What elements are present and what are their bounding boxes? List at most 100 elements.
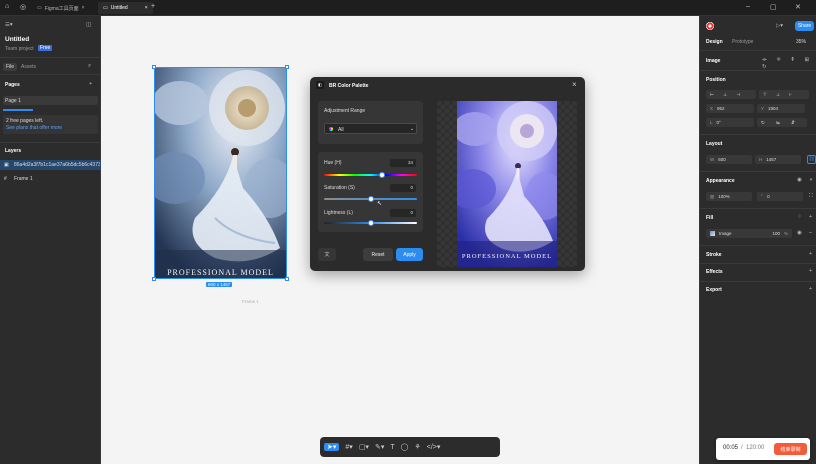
frame-label[interactable]: Frame 1 <box>242 299 259 304</box>
title-bar: ⌂ ◎ ▭ Figma工具页面 × ▭ Untitled × + – ▢ ✕ <box>0 0 816 16</box>
pages-title: Pages <box>5 82 20 88</box>
range-select[interactable]: All ⌄ <box>324 123 417 134</box>
add-fill-icon[interactable]: + <box>809 214 812 220</box>
file-icon: ▭ <box>103 5 108 11</box>
height-field[interactable]: H 1457 <box>755 155 801 164</box>
divider <box>700 281 816 282</box>
layer-row-frame[interactable]: # Frame 1 <box>0 174 101 184</box>
width-field[interactable]: W 600 <box>706 155 752 164</box>
opacity-field[interactable]: ▨ 100% <box>706 192 752 201</box>
y-field[interactable]: Y 1904 <box>757 104 805 113</box>
reset-button[interactable]: Reset <box>363 248 393 261</box>
tab-untitled[interactable]: ▭ Untitled × <box>98 2 153 14</box>
text-tool-icon[interactable]: T <box>390 444 394 451</box>
resize-handle[interactable] <box>285 65 289 69</box>
visibility-icon[interactable]: ◉ <box>797 230 802 236</box>
language-toggle-button[interactable]: 文 <box>318 248 336 261</box>
fill-row[interactable]: Image 100 % <box>706 229 792 238</box>
close-icon[interactable]: × <box>82 5 85 11</box>
image-caption: PROFESSIONAL MODEL <box>167 268 274 277</box>
present-icon[interactable]: ▷▾ <box>776 23 783 29</box>
tab-figma-tools[interactable]: ▭ Figma工具页面 × <box>32 2 90 14</box>
position-title: Position <box>706 77 726 83</box>
export-title: Export <box>706 287 722 293</box>
saturation-label: Saturation (S) <box>324 185 355 191</box>
close-icon[interactable]: × <box>572 80 577 89</box>
code-tool-icon[interactable]: </>▾ <box>427 443 441 451</box>
add-stroke-icon[interactable]: + <box>809 251 812 257</box>
resources-tool-icon[interactable]: ⚘ <box>414 443 420 451</box>
see-plans-link[interactable]: See plans that offer more <box>6 125 62 131</box>
close-window-icon[interactable]: ✕ <box>795 3 801 11</box>
corner-radius-icon: ⌜ <box>761 193 764 199</box>
image-layer-icon: ▣ <box>4 162 9 168</box>
visibility-icon[interactable]: ◉ <box>797 177 802 183</box>
lightness-slider-knob[interactable] <box>367 220 374 226</box>
hue-value-input[interactable]: 34 <box>390 159 416 167</box>
flip-rotate-group[interactable]: ↻ ⇋ ⇵ <box>757 118 807 127</box>
preview-caption: PROFESSIONAL MODEL <box>461 253 553 260</box>
remove-fill-icon[interactable]: – <box>809 230 812 236</box>
rectangle-tool-icon[interactable]: ▢▾ <box>359 443 369 451</box>
divider <box>700 70 816 71</box>
vertical-align-group[interactable]: ⊤ ⊥ ⊦ <box>759 90 809 99</box>
lightness-value-input[interactable]: 0 <box>390 209 416 217</box>
blend-mode-icon[interactable]: ◑ <box>809 177 812 183</box>
tab-file[interactable]: File <box>3 63 18 71</box>
add-page-icon[interactable]: + <box>89 81 92 87</box>
close-icon[interactable]: × <box>145 5 148 11</box>
plugin-icon: ◧ <box>316 81 324 89</box>
chevron-down-icon: ⌄ <box>410 126 415 132</box>
divider <box>700 134 816 135</box>
cursor-icon: ↖ <box>377 201 383 207</box>
horizontal-align-group[interactable]: ⊢ ⊥ ⊣ <box>706 90 756 99</box>
appearance-title: Appearance <box>706 178 735 184</box>
tab-prototype[interactable]: Prototype <box>732 39 753 45</box>
search-icon[interactable]: ⌕ <box>88 63 91 70</box>
corner-radius-field[interactable]: ⌜ 0 <box>757 192 803 201</box>
file-name[interactable]: Untitled <box>5 36 29 43</box>
preview-image: PROFESSIONAL MODEL <box>457 101 557 267</box>
comment-tool-icon[interactable]: ◯ <box>401 443 409 451</box>
rotation-field[interactable]: L 0° <box>706 118 754 127</box>
share-button[interactable]: Share <box>795 21 814 31</box>
apply-button[interactable]: Apply <box>396 248 423 261</box>
saturation-slider-knob[interactable] <box>367 196 374 202</box>
globe-icon[interactable]: ◎ <box>20 3 26 11</box>
opacity-icon: ▨ <box>710 193 715 199</box>
color-palette-dialog: ◧ BR Color Palette × Adjustment Range Al… <box>310 77 585 271</box>
new-tab-button[interactable]: + <box>151 3 155 10</box>
component-tools-icon[interactable]: ⟛ ◈ ⇞ ⊞ ↻ <box>762 57 816 70</box>
adjustment-range-pane: Adjustment Range All ⌄ <box>318 101 423 144</box>
end-recording-button[interactable]: 结束录制 <box>774 443 807 455</box>
add-export-icon[interactable]: + <box>809 286 812 292</box>
hue-slider-knob[interactable] <box>378 172 385 178</box>
selected-image[interactable]: PROFESSIONAL MODEL <box>154 67 287 279</box>
pen-tool-icon[interactable]: ✎▾ <box>375 443 384 451</box>
corner-expand-icon[interactable]: ⛶ <box>809 193 813 200</box>
page-item[interactable]: Page 1 <box>3 96 98 105</box>
panel-toggle-icon[interactable]: ◫ <box>86 22 91 28</box>
resize-handle[interactable] <box>152 277 156 281</box>
constrain-proportions-icon[interactable]: ⛓ <box>807 155 816 164</box>
frame-icon: # <box>4 176 7 182</box>
layer-row-image[interactable]: ▣ 86a4d2a3f7b1c1ae37a6b5dc5b6c4373 <box>0 160 101 170</box>
team-name: Team project <box>5 46 34 52</box>
move-tool-icon[interactable]: ➤▾ <box>324 443 340 451</box>
fill-styles-icon[interactable]: ⁘ <box>797 214 802 220</box>
maximize-icon[interactable]: ▢ <box>770 3 777 11</box>
home-icon[interactable]: ⌂ <box>5 3 9 10</box>
resize-handle[interactable] <box>152 65 156 69</box>
add-effect-icon[interactable]: + <box>809 268 812 274</box>
resize-handle[interactable] <box>285 277 289 281</box>
tab-assets[interactable]: Assets <box>21 64 36 70</box>
saturation-value-input[interactable]: 0 <box>390 184 416 192</box>
hue-slider[interactable] <box>324 174 417 176</box>
tab-design[interactable]: Design <box>706 39 723 45</box>
frame-tool-icon[interactable]: #▾ <box>345 443 352 451</box>
x-field[interactable]: X 952 <box>706 104 754 113</box>
avatar[interactable] <box>706 22 714 30</box>
main-menu-icon[interactable]: ☰▾ <box>5 22 13 28</box>
minimize-icon[interactable]: – <box>746 3 750 10</box>
zoom-level[interactable]: 35% <box>796 39 806 45</box>
